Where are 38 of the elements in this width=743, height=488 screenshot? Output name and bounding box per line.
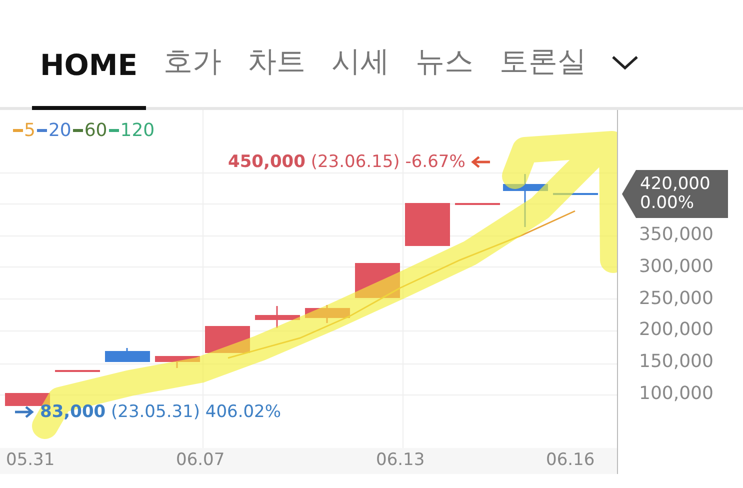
tab[interactable]: 차트 (240, 42, 314, 110)
price-axis-label: 300,000 (639, 256, 714, 277)
candlestick (205, 326, 250, 353)
price-axis-label: 250,000 (639, 288, 714, 309)
date-axis-label: 05.31 (6, 450, 55, 470)
tab[interactable]: 호가 (156, 42, 230, 110)
price-change: 0.00% (640, 194, 696, 213)
price-axis-label: 200,000 (639, 319, 714, 340)
price-axis-label: 150,000 (639, 351, 714, 372)
candlestick (105, 348, 150, 362)
candlestick (553, 193, 598, 195)
candlestick (355, 263, 400, 298)
date-axis-label: 06.07 (176, 450, 225, 470)
tab[interactable]: 토론실 (492, 42, 595, 110)
current-price: 420,000 (640, 175, 712, 194)
candlestick (155, 356, 200, 368)
legend-label: 20 (48, 120, 72, 141)
legend-label: 60 (84, 120, 108, 141)
date-axis-label: 06.13 (376, 450, 425, 470)
candlestick (405, 203, 450, 246)
arrow-right-icon (14, 406, 34, 418)
tab[interactable]: HOME (32, 48, 146, 110)
candlestick (255, 306, 300, 328)
legend-label: 5 (24, 120, 36, 141)
arrow-left-icon (471, 156, 492, 168)
candlestick (305, 305, 350, 323)
candlestick (5, 393, 50, 406)
candlestick (55, 370, 100, 372)
chevron-down-icon[interactable] (610, 55, 639, 71)
candlestick (455, 203, 500, 205)
tab[interactable]: 뉴스 (408, 42, 482, 110)
price-axis-label: 350,000 (639, 224, 714, 245)
date-axis-label: 06.16 (546, 450, 595, 470)
price-axis-label: 100,000 (639, 383, 714, 404)
tab[interactable]: 시세 (324, 42, 398, 110)
high-price-label: 450,000 (23.06.15) -6.67% (228, 152, 466, 172)
candlestick (503, 174, 548, 227)
legend-label: 120 (120, 120, 155, 141)
